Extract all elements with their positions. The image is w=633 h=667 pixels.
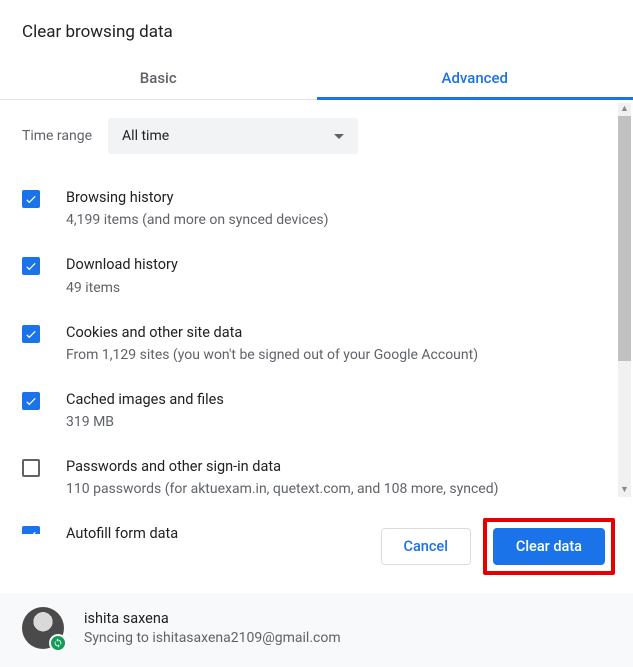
time-range-label: Time range (22, 128, 92, 144)
tab-basic[interactable]: Basic (0, 56, 317, 99)
tabs: Basic Advanced (0, 56, 633, 100)
option-title: Cookies and other site data (66, 323, 478, 343)
time-range-row: Time range All time (22, 100, 611, 162)
checkbox-autofill[interactable] (22, 526, 40, 534)
time-range-value: All time (122, 128, 169, 144)
avatar (22, 607, 64, 649)
scroll-down-icon[interactable]: ▼ (618, 484, 631, 497)
checkbox-browsing-history[interactable] (22, 190, 40, 208)
option-cookies: Cookies and other site data From 1,129 s… (22, 309, 611, 376)
option-subtitle: 110 passwords (for aktuexam.in, quetext.… (66, 479, 498, 500)
sync-icon (49, 634, 67, 652)
checkbox-cookies[interactable] (22, 325, 40, 343)
options-list: Browsing history 4,199 items (and more o… (22, 162, 611, 545)
option-subtitle: 319 MB (66, 412, 224, 433)
option-autofill: Autofill form data (22, 510, 611, 544)
options-scroll-area: Time range All time Browsing history 4,1… (0, 100, 633, 500)
checkbox-passwords[interactable] (22, 459, 40, 477)
user-info: ishita saxena Syncing to ishitasaxena210… (84, 610, 341, 646)
checkbox-cached[interactable] (22, 392, 40, 410)
option-browsing-history: Browsing history 4,199 items (and more o… (22, 174, 611, 241)
option-subtitle: 4,199 items (and more on synced devices) (66, 210, 329, 231)
dialog-title: Clear browsing data (0, 0, 633, 56)
option-subtitle: From 1,129 sites (you won't be signed ou… (66, 345, 478, 366)
scrollbar[interactable]: ▲ ▼ (618, 103, 631, 497)
scrollbar-thumb[interactable] (618, 116, 631, 361)
option-title: Autofill form data (66, 524, 178, 544)
clear-browsing-data-dialog: Clear browsing data Basic Advanced Time … (0, 0, 633, 667)
checkbox-download-history[interactable] (22, 257, 40, 275)
option-passwords: Passwords and other sign-in data 110 pas… (22, 443, 611, 510)
scroll-up-icon[interactable]: ▲ (618, 103, 631, 116)
sync-footer: ishita saxena Syncing to ishitasaxena210… (0, 593, 633, 667)
user-name: ishita saxena (84, 610, 341, 627)
option-title: Browsing history (66, 188, 329, 208)
sync-status: Syncing to ishitasaxena2109@gmail.com (84, 630, 341, 646)
option-subtitle: 49 items (66, 278, 178, 299)
option-download-history: Download history 49 items (22, 241, 611, 308)
time-range-select[interactable]: All time (108, 118, 358, 154)
tab-advanced[interactable]: Advanced (317, 56, 633, 99)
option-title: Passwords and other sign-in data (66, 457, 498, 477)
option-title: Cached images and files (66, 390, 224, 410)
option-title: Download history (66, 255, 178, 275)
dropdown-icon (334, 134, 344, 139)
option-cached: Cached images and files 319 MB (22, 376, 611, 443)
